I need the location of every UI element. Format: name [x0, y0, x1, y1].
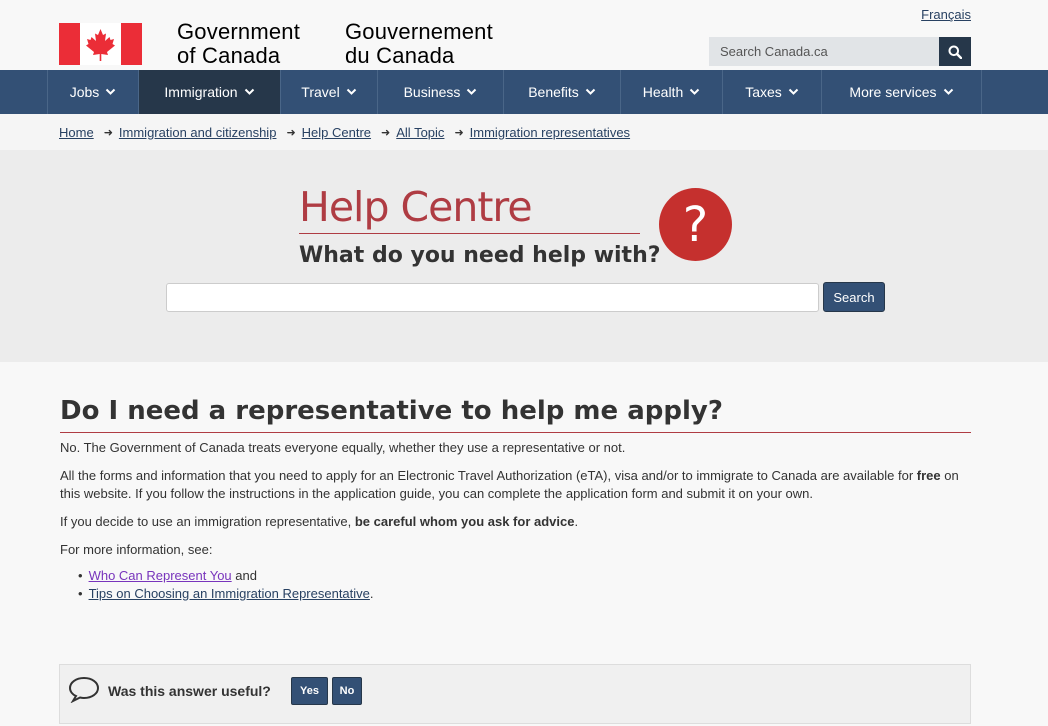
help-search-button[interactable]: Search — [823, 282, 885, 312]
answer-paragraph-1: No. The Government of Canada treats ever… — [60, 440, 626, 455]
signature-en-line2: of Canada — [177, 43, 281, 68]
menu-item-business[interactable]: Business — [377, 70, 503, 114]
text: If you decide to use an immigration repr… — [60, 514, 355, 529]
menu-item-travel[interactable]: Travel — [280, 70, 377, 114]
menu-item-label: Benefits — [528, 84, 579, 100]
text: and — [231, 568, 257, 583]
chevron-down-icon — [346, 88, 356, 95]
menu-item-benefits[interactable]: Benefits — [503, 70, 620, 114]
text-bold: be careful whom you ask for advice — [354, 514, 575, 529]
feedback-box: Was this answer useful? Yes No — [59, 664, 971, 724]
breadcrumb: Home ➜ Immigration and citizenship ➜ Hel… — [0, 114, 1048, 150]
help-search-input[interactable] — [166, 283, 819, 312]
breadcrumb-immigration-citizenship[interactable]: Immigration and citizenship — [119, 125, 277, 140]
arrow-right-icon: ➜ — [103, 126, 113, 139]
text-bold: free — [916, 468, 941, 483]
yes-button[interactable]: Yes — [291, 677, 328, 705]
question-mark-icon: ? — [659, 188, 732, 261]
title-divider — [60, 432, 971, 433]
answer-paragraph-2: All the forms and information that you n… — [60, 467, 970, 503]
canada-flag-logo — [59, 23, 142, 65]
page-title: Do I need a representative to help me ap… — [60, 396, 723, 426]
menu-item-label: Health — [642, 84, 684, 100]
language-toggle-link[interactable]: Français — [921, 7, 971, 22]
help-centre-subtitle: What do you need help with? — [299, 243, 661, 268]
site-search-input[interactable] — [709, 37, 939, 66]
breadcrumb-help-centre[interactable]: Help Centre — [302, 125, 371, 140]
chevron-down-icon — [943, 88, 953, 95]
menu-item-health[interactable]: Health — [620, 70, 722, 114]
signature-en-line1: Government — [177, 19, 301, 44]
breadcrumb-all-topic[interactable]: All Topic — [396, 125, 444, 140]
text: . — [574, 514, 579, 529]
chevron-down-icon — [690, 88, 700, 95]
text: All the forms and information that you n… — [60, 468, 917, 483]
link-tips-choosing-representative[interactable]: Tips on Choosing an Immigration Represen… — [89, 586, 370, 601]
answer-paragraph-4: For more information, see: — [60, 542, 213, 557]
menu-item-label: Immigration — [164, 84, 238, 100]
breadcrumb-home[interactable]: Home — [59, 125, 94, 140]
menu-item-jobs[interactable]: Jobs — [47, 70, 138, 114]
menu-item-more-services[interactable]: More services — [821, 70, 982, 114]
breadcrumb-immigration-representatives[interactable]: Immigration representatives — [470, 125, 630, 140]
feedback-question: Was this answer useful? — [108, 683, 271, 699]
arrow-right-icon: ➜ — [286, 126, 296, 139]
arrow-right-icon: ➜ — [381, 126, 391, 139]
signature-fr-line1: Gouvernement — [345, 19, 493, 44]
menu-item-label: Jobs — [69, 84, 100, 100]
menu-item-label: More services — [849, 84, 937, 100]
answer-paragraph-3: If you decide to use an immigration repr… — [60, 513, 970, 531]
chevron-down-icon — [788, 88, 798, 95]
menu-item-taxes[interactable]: Taxes — [722, 70, 821, 114]
speech-bubble-icon — [68, 676, 100, 703]
title-divider — [299, 233, 640, 234]
site-search-button[interactable] — [939, 37, 971, 66]
signature-fr-line2: du Canada — [345, 43, 455, 68]
related-links-list: Who Can Represent You and Tips on Choosi… — [78, 567, 374, 603]
menu-item-immigration[interactable]: Immigration — [138, 70, 280, 114]
text: . — [369, 586, 374, 601]
menu-item-label: Business — [403, 84, 461, 100]
main-menu: Jobs Immigration Travel Business Benefit… — [0, 70, 1048, 114]
site-header: Government of Canada Gouvernement du Can… — [0, 0, 1048, 70]
menu-item-label: Taxes — [745, 84, 782, 100]
chevron-down-icon — [585, 88, 596, 95]
chevron-down-icon — [244, 88, 254, 95]
list-item: Who Can Represent You and — [78, 567, 374, 585]
signature-english: Government of Canada — [177, 20, 300, 68]
link-who-can-represent-you[interactable]: Who Can Represent You — [89, 568, 232, 583]
list-item: Tips on Choosing an Immigration Represen… — [78, 585, 374, 603]
no-button[interactable]: No — [332, 677, 362, 705]
search-icon — [948, 45, 962, 59]
chevron-down-icon — [467, 88, 477, 95]
help-centre-title: Help Centre — [299, 183, 533, 231]
arrow-right-icon: ➜ — [454, 126, 464, 139]
menu-item-label: Travel — [301, 84, 340, 100]
chevron-down-icon — [106, 88, 116, 95]
signature-french: Gouvernement du Canada — [345, 20, 493, 68]
site-search — [709, 37, 971, 66]
